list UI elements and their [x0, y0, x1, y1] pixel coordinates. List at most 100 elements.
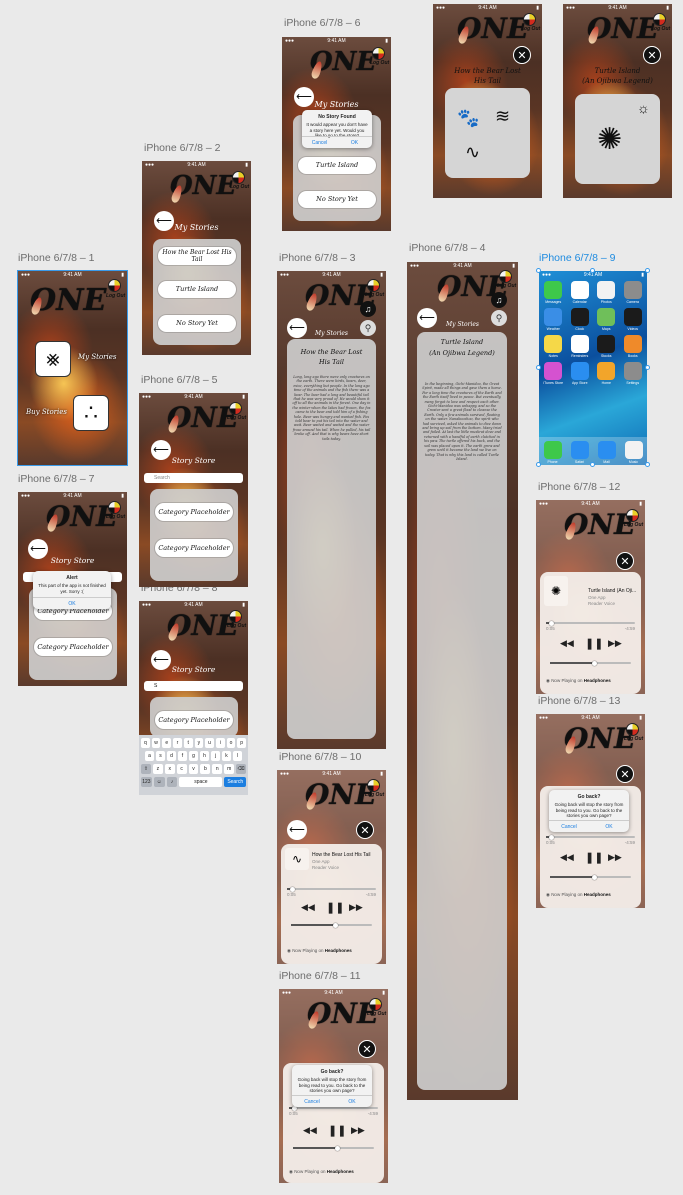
forward-button[interactable]: ▶▶ [608, 638, 622, 649]
key[interactable]: l [233, 751, 242, 761]
app-icon[interactable]: iTunes Store [543, 362, 564, 385]
key[interactable]: w [151, 738, 161, 748]
key[interactable]: r [173, 738, 182, 748]
key[interactable]: e [162, 738, 172, 748]
slider-knob[interactable] [592, 660, 598, 666]
key[interactable]: c [176, 764, 187, 774]
now-playing-on[interactable]: ◉ Now Playing on Headphones [287, 948, 352, 954]
app-icon[interactable]: Messages [543, 281, 564, 304]
category-button[interactable]: Category Placeholder [155, 503, 233, 521]
key[interactable]: y [194, 738, 204, 748]
now-playing-on[interactable]: ◉ Now Playing on Headphones [289, 1169, 354, 1175]
app-icon[interactable]: Camera [623, 281, 644, 304]
dock-app-icon[interactable]: Music [624, 441, 643, 465]
headphones-icon[interactable]: ♫ [491, 292, 507, 308]
slider-knob[interactable] [548, 834, 554, 840]
app-icon[interactable]: Reminders [570, 335, 591, 358]
logout-button[interactable]: Log Out [624, 736, 643, 742]
logout-button[interactable]: Log Out [370, 60, 389, 66]
key[interactable]: n [212, 764, 223, 774]
volume-slider[interactable] [291, 922, 372, 928]
story-bear-button[interactable]: How the Bear Lost His Tail [158, 247, 236, 265]
key[interactable]: g [189, 751, 198, 761]
story-empty-button[interactable]: No Story Yet [158, 315, 236, 332]
key[interactable]: v [188, 764, 199, 774]
logout-button[interactable]: Log Out [365, 292, 384, 298]
forward-button[interactable]: ▶▶ [349, 902, 363, 913]
cancel-button[interactable]: Cancel [549, 821, 589, 832]
footprints-icon[interactable]: ∴ [73, 395, 109, 431]
close-button[interactable]: ✕ [616, 552, 634, 570]
story-empty-button[interactable]: No Story Yet [298, 191, 376, 208]
mic-key[interactable]: ♪ [166, 777, 178, 787]
app-icon[interactable]: Maps [596, 308, 617, 331]
key[interactable]: d [167, 751, 176, 761]
pause-button[interactable]: ❚❚ [585, 851, 603, 864]
logout-button[interactable]: Log Out [367, 1011, 386, 1017]
category-button[interactable]: Category Placeholder [34, 638, 112, 656]
key[interactable]: m [224, 764, 235, 774]
app-icon[interactable]: Weather [543, 308, 564, 331]
back-button[interactable]: ⟵ [287, 820, 307, 840]
cancel-button[interactable]: Cancel [302, 137, 337, 148]
app-icon[interactable]: Books [623, 335, 644, 358]
key[interactable]: ⇧ [141, 764, 151, 774]
story-turtle-button[interactable]: Turtle Island [298, 157, 376, 174]
app-icon[interactable]: Stocks [596, 335, 617, 358]
app-icon[interactable]: Clock [570, 308, 591, 331]
logout-button[interactable]: Log Out [227, 623, 246, 629]
dock-app-icon[interactable]: Phone [543, 441, 562, 465]
logout-button[interactable]: Log Out [227, 415, 246, 421]
logout-button[interactable]: Log Out [230, 184, 249, 190]
logout-button[interactable]: Log Out [106, 514, 125, 520]
category-button[interactable]: Category Placeholder [155, 711, 233, 729]
logout-button[interactable]: Log Out [521, 26, 540, 32]
key[interactable]: s [156, 751, 165, 761]
progress-bar[interactable] [287, 886, 376, 892]
app-icon[interactable]: Home [596, 362, 617, 385]
volume-slider[interactable] [550, 660, 631, 666]
key[interactable]: u [205, 738, 214, 748]
ok-button[interactable]: OK [589, 821, 629, 832]
dock-app-icon[interactable]: Safari [570, 441, 589, 465]
ok-button[interactable]: OK [332, 1096, 372, 1107]
logout-button[interactable]: Log Out [651, 26, 670, 32]
logout-button[interactable]: Log Out [497, 283, 516, 289]
campfire-icon[interactable]: ⨳ [35, 341, 71, 377]
numbers-key[interactable]: 123 [141, 777, 152, 787]
now-playing-on[interactable]: ◉ Now Playing on Headphones [546, 892, 611, 898]
rewind-button[interactable]: ◀◀ [301, 902, 315, 913]
close-button[interactable]: ✕ [358, 1040, 376, 1058]
rewind-button[interactable]: ◀◀ [560, 852, 574, 863]
pause-button[interactable]: ❚❚ [585, 637, 603, 650]
search-input[interactable]: S [144, 681, 243, 691]
app-icon[interactable]: Notes [543, 335, 564, 358]
now-playing-on[interactable]: ◉ Now Playing on Headphones [546, 678, 611, 684]
headphones-icon[interactable]: ♫ [360, 301, 376, 317]
pause-button[interactable]: ❚❚ [326, 901, 344, 914]
rewind-button[interactable]: ◀◀ [303, 1125, 317, 1136]
buy-stories-link[interactable]: Buy Stories [26, 408, 67, 416]
dock-app-icon[interactable]: Mail [597, 441, 616, 465]
slider-knob[interactable] [548, 620, 554, 626]
key[interactable]: q [141, 738, 150, 748]
key[interactable]: ⌫ [236, 764, 247, 774]
my-stories-link[interactable]: My Stories [78, 353, 117, 361]
close-button[interactable]: ✕ [643, 46, 661, 64]
logout-button[interactable]: Log Out [624, 522, 643, 528]
volume-slider[interactable] [293, 1145, 374, 1151]
key[interactable]: t [183, 738, 193, 748]
cancel-button[interactable]: Cancel [292, 1096, 332, 1107]
logout-button[interactable]: Log Out [106, 293, 125, 299]
forward-button[interactable]: ▶▶ [608, 852, 622, 863]
key[interactable]: i [215, 738, 225, 748]
progress-bar[interactable] [289, 1105, 378, 1111]
story-turtle-button[interactable]: Turtle Island [158, 281, 236, 298]
key[interactable]: j [211, 751, 220, 761]
space-key[interactable]: space [179, 777, 223, 787]
app-icon[interactable]: Photos [596, 281, 617, 304]
app-icon[interactable]: Calendar [570, 281, 591, 304]
key[interactable]: b [200, 764, 211, 774]
ok-button[interactable]: OK [33, 598, 111, 609]
search-key[interactable]: Search [224, 777, 247, 787]
